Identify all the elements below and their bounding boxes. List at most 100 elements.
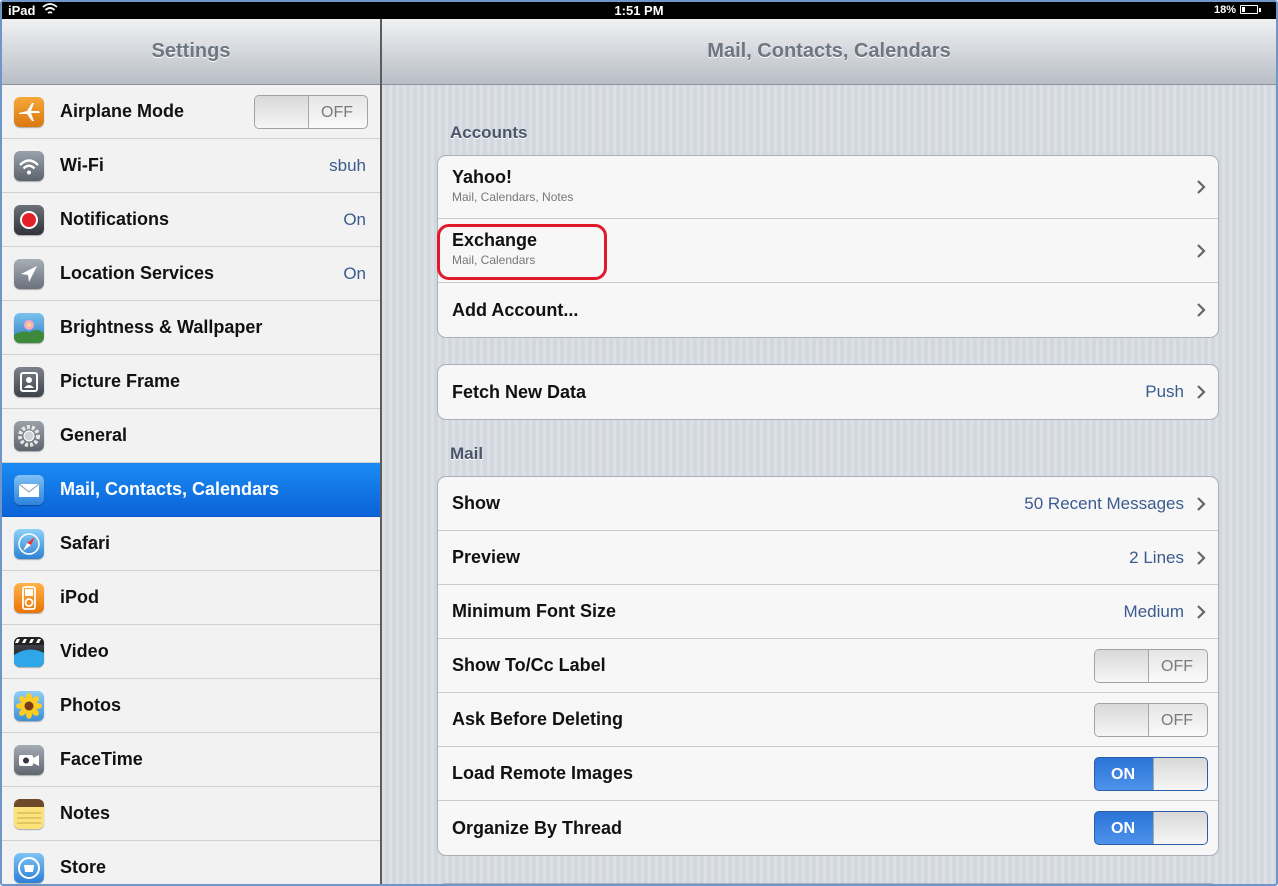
row-value: 2 Lines [1129, 547, 1184, 567]
sidebar-item-label: Photos [60, 695, 121, 715]
organize-by-thread-row: Organize By Thread ON [438, 801, 1218, 855]
sidebar-item-label: Location Services [60, 263, 215, 283]
preview-row[interactable]: Preview 2 Lines [438, 531, 1218, 585]
chevron-right-icon [1197, 496, 1206, 511]
row-value: Push [1145, 382, 1184, 401]
add-account-row[interactable]: Add Account... [438, 283, 1218, 337]
row-label: Fetch New Data [452, 381, 587, 402]
chevron-right-icon [1197, 180, 1206, 194]
row-label: Show [452, 493, 500, 513]
sidebar-item-safari[interactable]: Safari [2, 517, 380, 571]
detail-pane: Mail, Contacts, Calendars Accounts Yahoo… [382, 19, 1276, 884]
sidebar-item-video[interactable]: Video [2, 625, 380, 679]
sidebar-item-label: Notifications [60, 209, 170, 229]
ask-before-deleting-row: Ask Before Deleting OFF [438, 693, 1218, 747]
sidebar-item-ipod[interactable]: iPod [2, 571, 380, 625]
photos-sunflower-icon [14, 690, 44, 721]
row-label: Organize By Thread [452, 817, 623, 838]
account-row-yahoo[interactable]: Yahoo! Mail, Calendars, Notes [438, 156, 1218, 219]
mail-group: Show 50 Recent Messages Preview 2 Lines … [437, 476, 1219, 856]
settings-list: Airplane Mode OFF Wi-Fi sbuh Notificatio… [2, 85, 380, 884]
chevron-right-icon [1197, 550, 1206, 565]
row-label: Minimum Font Size [452, 601, 616, 621]
picture-frame-icon [14, 366, 44, 397]
sidebar-item-value: On [343, 263, 366, 283]
row-label: Load Remote Images [452, 763, 634, 783]
sidebar-item-label: General [60, 425, 128, 445]
account-row-exchange[interactable]: Exchange Mail, Calendars [438, 219, 1218, 283]
sidebar-item-notes[interactable]: Notes [2, 787, 380, 841]
account-name: Yahoo! [452, 167, 513, 187]
toggle-state: ON [1111, 765, 1135, 783]
accounts-section-header: Accounts [450, 123, 528, 142]
toggle-state: OFF [1161, 711, 1193, 729]
sidebar-item-label: Brightness & Wallpaper [60, 317, 263, 337]
sidebar-item-airplane-mode[interactable]: Airplane Mode OFF [2, 85, 380, 139]
fetch-group: Fetch New Data Push [437, 364, 1219, 420]
row-value: Medium [1123, 601, 1184, 621]
add-account-label: Add Account... [452, 299, 579, 320]
show-row[interactable]: Show 50 Recent Messages [438, 477, 1218, 531]
toggle-state: OFF [1161, 657, 1193, 675]
toggle-state: ON [1111, 820, 1135, 837]
chevron-right-icon [1197, 303, 1206, 317]
sidebar-item-label: Wi-Fi [60, 155, 104, 175]
wifi-icon [14, 150, 44, 181]
status-time: 1:51 PM [614, 3, 664, 18]
sidebar-item-label: Notes [60, 803, 111, 823]
toggle-state: OFF [321, 103, 353, 121]
row-label: Ask Before Deleting [452, 709, 624, 729]
settings-sidebar: Settings Airplane Mode OFF Wi-Fi sbuh No… [2, 19, 382, 884]
minimum-font-size-row[interactable]: Minimum Font Size Medium [438, 585, 1218, 639]
sidebar-item-general[interactable]: General [2, 409, 380, 463]
row-label: Show To/Cc Label [452, 655, 606, 675]
load-remote-images-toggle[interactable]: ON [1094, 756, 1208, 791]
sidebar-item-picture-frame[interactable]: Picture Frame [2, 355, 380, 409]
chevron-right-icon [1197, 243, 1206, 258]
account-services: Mail, Calendars, Notes [452, 190, 574, 204]
accounts-group: Yahoo! Mail, Calendars, Notes Exchange M… [437, 155, 1219, 338]
show-to-cc-label-toggle[interactable]: OFF [1094, 648, 1208, 683]
sidebar-item-value: sbuh [329, 155, 366, 175]
chevron-right-icon [1197, 604, 1206, 619]
sidebar-item-mail-contacts-calendars[interactable]: Mail, Contacts, Calendars [2, 463, 380, 517]
detail-title: Mail, Contacts, Calendars [382, 19, 1276, 85]
load-remote-images-row: Load Remote Images ON [438, 747, 1218, 801]
sidebar-item-label: Store [60, 857, 107, 877]
sidebar-item-label: Airplane Mode [60, 101, 185, 121]
location-icon [14, 258, 44, 289]
sidebar-item-label: FaceTime [60, 749, 143, 769]
sidebar-item-label: Picture Frame [60, 371, 181, 391]
row-label: Preview [452, 547, 521, 567]
airplane-mode-toggle[interactable]: OFF [254, 94, 368, 129]
sidebar-item-value: On [343, 209, 366, 229]
store-icon [14, 852, 44, 883]
row-value: 50 Recent Messages [1024, 493, 1184, 513]
account-services: Mail, Calendars [452, 253, 536, 267]
notes-icon [14, 798, 44, 829]
mail-section-header: Mail [450, 444, 484, 463]
battery-icon [1240, 5, 1258, 14]
fetch-new-data-row[interactable]: Fetch New Data Push [438, 365, 1218, 419]
ask-before-deleting-toggle[interactable]: OFF [1094, 702, 1208, 737]
sidebar-item-location-services[interactable]: Location Services On [2, 247, 380, 301]
sidebar-item-wifi[interactable]: Wi-Fi sbuh [2, 139, 380, 193]
sidebar-item-label: iPod [60, 587, 99, 607]
sidebar-item-store[interactable]: Store [2, 841, 380, 884]
organize-by-thread-toggle[interactable]: ON [1094, 811, 1208, 845]
video-clapper-icon [14, 636, 44, 667]
sidebar-item-photos[interactable]: Photos [2, 679, 380, 733]
mail-icon [14, 474, 44, 505]
battery-percentage: 18% [1213, 4, 1236, 16]
sidebar-item-label: Video [60, 641, 109, 661]
ipad-screen: iPad 1:51 PM 18% Settings Airplane Mode [0, 0, 1278, 886]
sidebar-item-label: Mail, Contacts, Calendars [60, 479, 280, 499]
airplane-icon [14, 96, 44, 127]
account-name: Exchange [452, 230, 538, 250]
gear-icon [14, 420, 44, 451]
facetime-camera-icon [14, 744, 44, 775]
battery-tip [1259, 8, 1261, 12]
sidebar-item-notifications[interactable]: Notifications On [2, 193, 380, 247]
sidebar-item-brightness-wallpaper[interactable]: Brightness & Wallpaper [2, 301, 380, 355]
sidebar-item-facetime[interactable]: FaceTime [2, 733, 380, 787]
